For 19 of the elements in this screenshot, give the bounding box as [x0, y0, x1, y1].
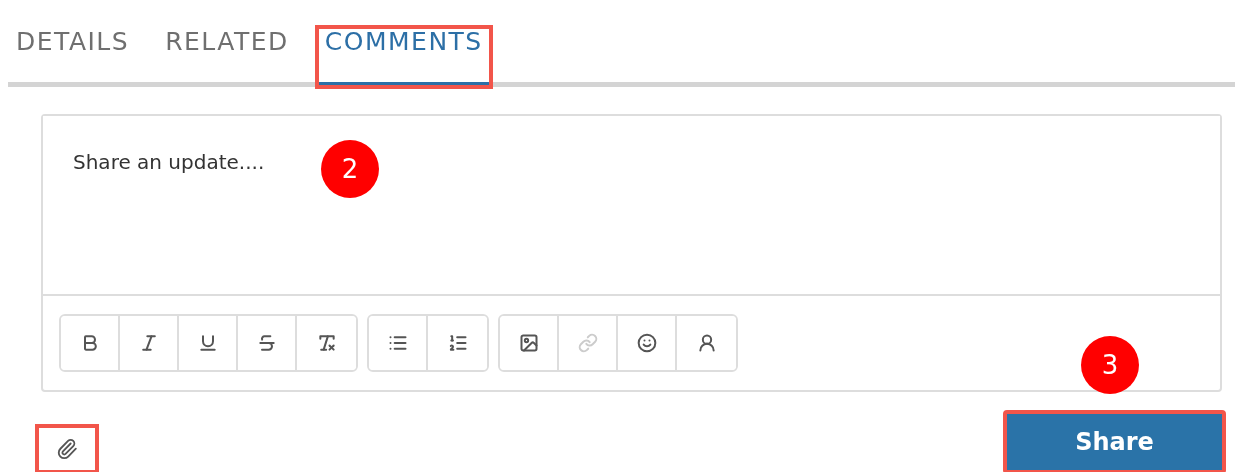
bullet-list-button[interactable]: [369, 316, 428, 370]
tab[interactable]: DETAILS: [8, 27, 138, 87]
attach-button[interactable]: [35, 424, 99, 472]
smiley-icon: [636, 333, 657, 353]
strikethrough-icon: [256, 333, 277, 353]
person-icon: [696, 333, 717, 353]
link-icon: [577, 333, 598, 353]
tab[interactable]: RELATED: [157, 27, 297, 87]
image-button[interactable]: [500, 316, 559, 370]
tab[interactable]: COMMENTS: [316, 27, 491, 87]
step-number: 3: [1081, 336, 1139, 394]
numbered-list-icon: [447, 333, 468, 353]
clear-format-icon: [316, 333, 337, 353]
share-button[interactable]: Share: [1003, 410, 1226, 472]
bullet-list-icon: [387, 333, 408, 353]
paperclip-icon: [56, 438, 78, 460]
underline-icon: [197, 333, 218, 353]
bold-button[interactable]: [61, 316, 120, 370]
image-icon: [518, 333, 539, 353]
